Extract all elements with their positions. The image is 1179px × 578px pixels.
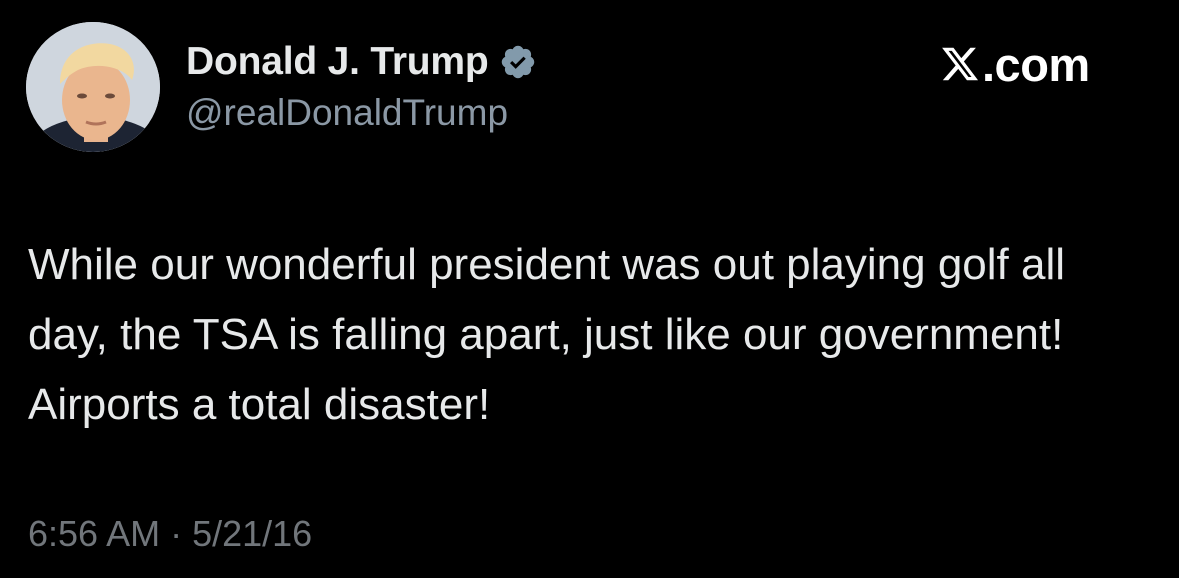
x-logo-icon bbox=[940, 44, 980, 84]
brand-domain-text: .com bbox=[982, 37, 1090, 91]
author-display-name[interactable]: Donald J. Trump bbox=[186, 40, 489, 84]
tweet-time: 6:56 AM bbox=[28, 513, 161, 554]
tweet-date: 5/21/16 bbox=[192, 513, 313, 554]
verified-badge-icon[interactable] bbox=[499, 43, 537, 81]
avatar-image bbox=[26, 22, 160, 152]
author-handle[interactable]: @realDonaldTrump bbox=[186, 92, 508, 134]
tweet-card: Donald J. Trump @realDonaldTrump .com Wh… bbox=[0, 0, 1179, 578]
tweet-timestamp[interactable]: 6:56 AM · 5/21/16 bbox=[28, 513, 312, 555]
brand-watermark: .com bbox=[940, 36, 1090, 92]
author-row: Donald J. Trump bbox=[186, 38, 537, 86]
tweet-text: While our wonderful president was out pl… bbox=[28, 240, 1066, 429]
avatar[interactable] bbox=[26, 22, 160, 152]
meta-separator: · bbox=[170, 513, 183, 554]
